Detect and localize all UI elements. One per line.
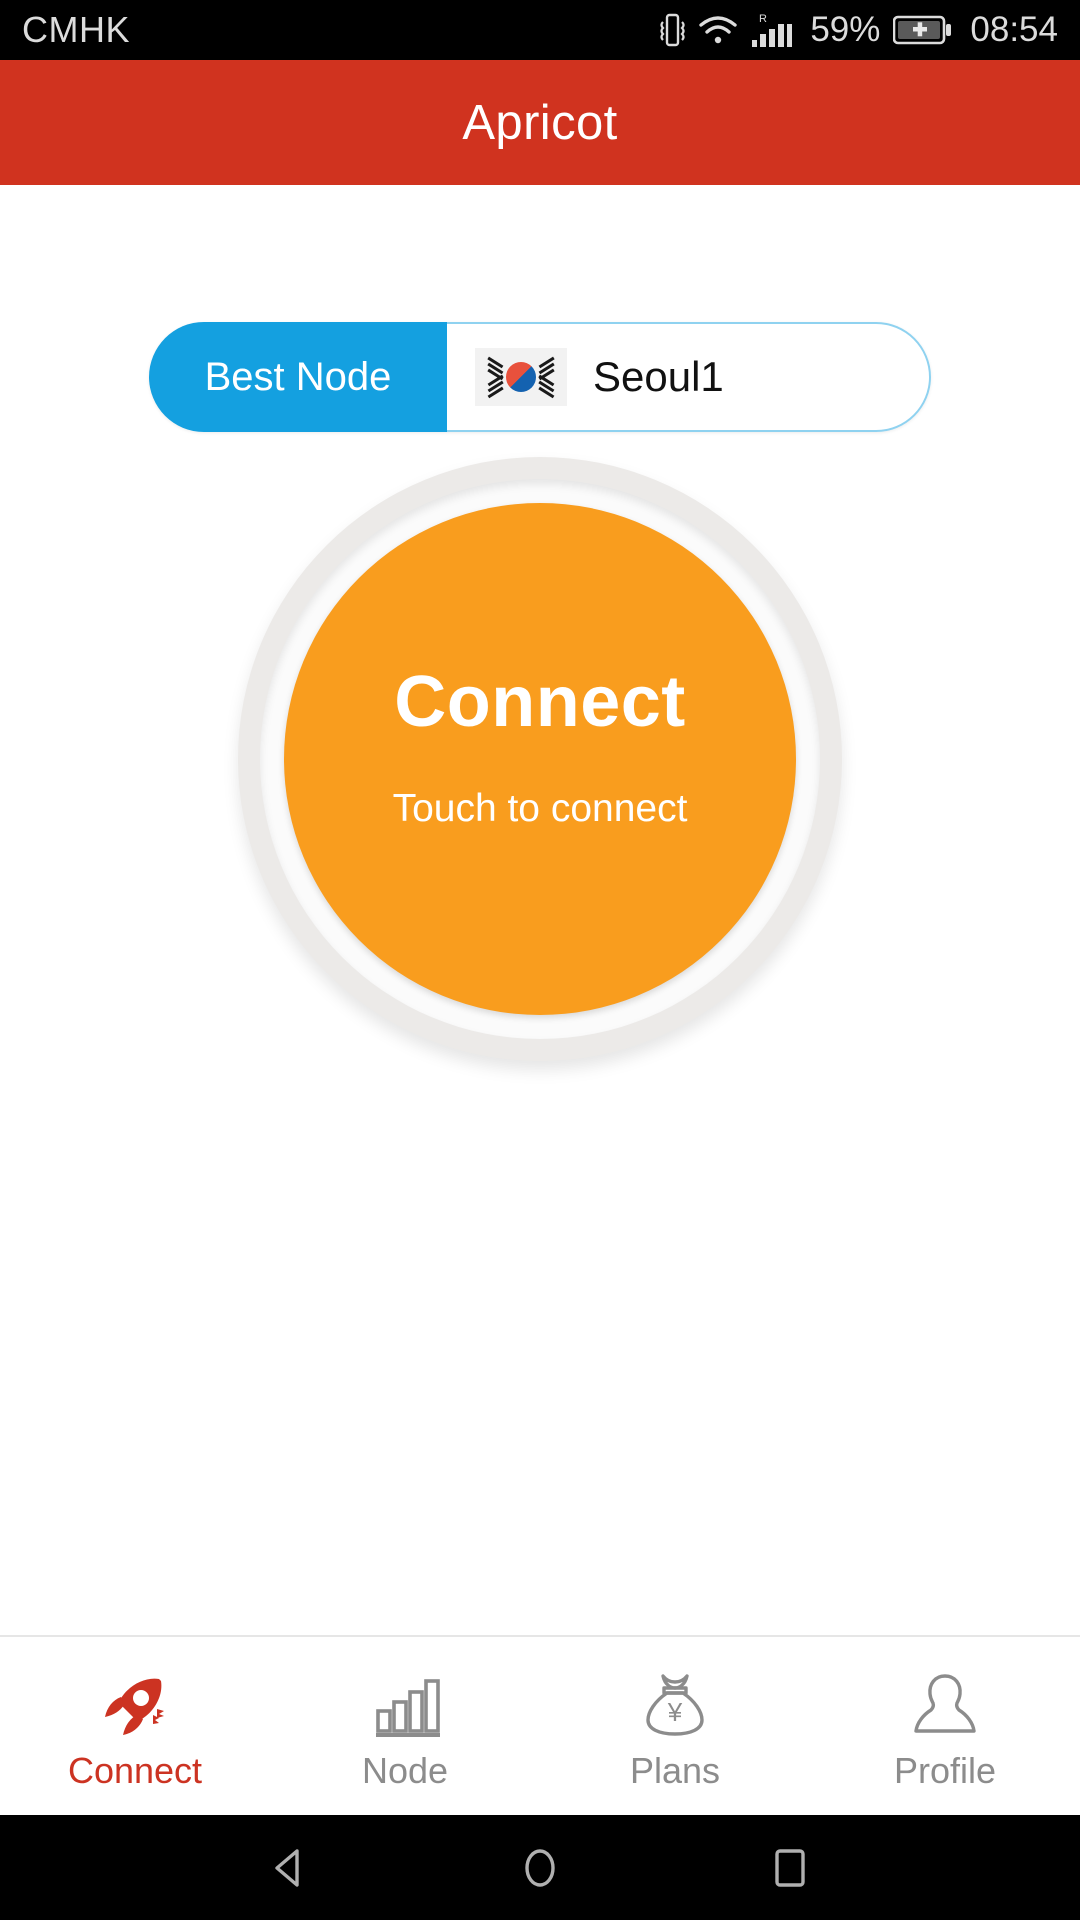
connect-button-sublabel: Touch to connect: [392, 787, 688, 830]
clock-label: 08:54: [970, 10, 1058, 49]
tab-connect[interactable]: Connect: [0, 1637, 270, 1815]
selected-node-display[interactable]: Seoul1: [447, 322, 931, 432]
vibrate-icon: [659, 11, 685, 49]
bottom-tab-bar: Connect Node ¥ Plans Profile: [0, 1635, 1080, 1815]
tab-plans[interactable]: ¥ Plans: [540, 1637, 810, 1815]
recents-icon[interactable]: [763, 1841, 817, 1895]
tab-label-connect: Connect: [67, 1750, 203, 1791]
tab-label-profile: Profile: [893, 1750, 997, 1791]
tab-label-node: Node: [361, 1750, 449, 1791]
rocket-icon: [97, 1666, 173, 1744]
best-node-label: Best Node: [204, 354, 392, 399]
carrier-label: CMHK: [22, 9, 130, 50]
person-icon: [907, 1666, 983, 1744]
node-selector[interactable]: Best Node Seoul1: [149, 322, 931, 432]
svg-text:¥: ¥: [667, 1697, 683, 1727]
cellular-signal-roaming-icon: R: [751, 11, 795, 49]
page-title: Apricot: [462, 95, 618, 150]
status-bar: CMHK R 59% 08:54: [0, 0, 1080, 60]
tab-label-plans: Plans: [629, 1750, 721, 1791]
best-node-button[interactable]: Best Node: [149, 322, 447, 432]
bar-chart-icon: [367, 1666, 443, 1744]
main-content: Best Node Seoul1 Connect Touch to connec…: [0, 185, 1080, 1635]
app-header: Apricot: [0, 60, 1080, 185]
status-icons: R 59% 08:54: [659, 10, 1058, 50]
battery-charging-icon: [893, 14, 953, 46]
wifi-icon: [698, 14, 738, 46]
node-name-label: Seoul1: [593, 353, 724, 400]
phone-screen: CMHK R 59% 08:54 Apricot Best Node Seoul…: [0, 0, 1080, 1920]
tab-profile[interactable]: Profile: [810, 1637, 1080, 1815]
tab-node[interactable]: Node: [270, 1637, 540, 1815]
money-bag-yen-icon: ¥: [637, 1666, 713, 1744]
south-korea-flag-icon: [475, 348, 567, 406]
home-icon[interactable]: [513, 1841, 567, 1895]
connect-button[interactable]: Connect Touch to connect: [284, 503, 796, 1015]
battery-percent-label: 59%: [810, 10, 881, 49]
svg-text:R: R: [759, 13, 767, 25]
connect-button-area: Connect Touch to connect: [238, 457, 842, 1061]
connect-button-label: Connect: [394, 662, 686, 742]
android-nav-bar: [0, 1815, 1080, 1920]
back-icon[interactable]: [263, 1841, 317, 1895]
